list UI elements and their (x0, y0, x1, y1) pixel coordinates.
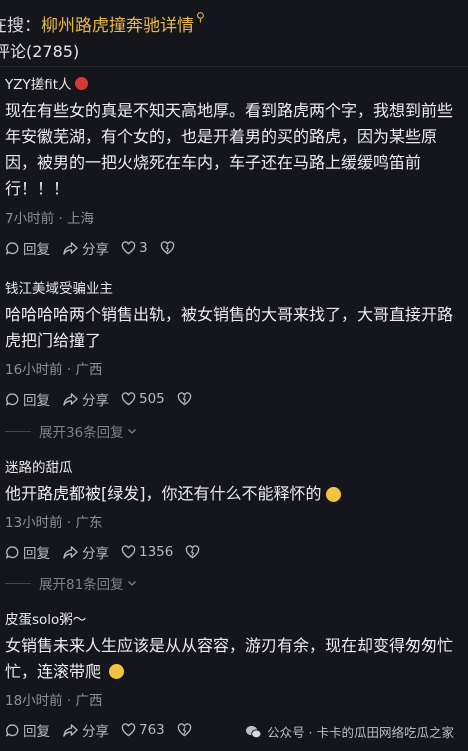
expand-replies-button[interactable]: 展开36条回复 (5, 421, 138, 441)
like-button[interactable]: 3 (121, 240, 148, 256)
reply-button[interactable]: 回复 (5, 542, 50, 562)
sad-face-emoji-icon (325, 486, 341, 502)
chevron-down-icon (127, 429, 136, 434)
comment-meta: 7小时前 · 上海 (5, 211, 94, 227)
comment-text[interactable]: 女销售未来人生应该是从从容容，游刃有余，现在却变得匆匆忙忙，连滚带爬 (5, 633, 461, 685)
comment-count: 评论(2785) (0, 42, 80, 61)
broken-heart-icon (160, 241, 174, 255)
username[interactable]: YZY搓fit人 (5, 73, 88, 93)
share-button[interactable]: 分享 (62, 542, 109, 562)
share-icon (63, 723, 78, 737)
reply-button[interactable]: 回复 (5, 238, 50, 258)
chevron-down-icon (127, 581, 136, 586)
username[interactable]: 迷路的甜瓜 (5, 456, 73, 476)
heart-icon (121, 723, 136, 737)
reply-button[interactable]: 回复 (5, 389, 50, 409)
search-prefix: 在搜： (0, 15, 41, 36)
comment-actions: 回复 分享 505 (5, 389, 207, 409)
search-query-link[interactable]: 柳州路虎撞奔驰详情 (41, 11, 194, 36)
dislike-button[interactable] (177, 392, 195, 406)
comment-text[interactable]: 哈哈哈哈两个销售出轨，被女销售的大哥来找了，大哥直接开路虎把门给撞了 (5, 302, 461, 354)
comment-meta: 18小时前 · 广西 (5, 693, 103, 709)
comment-text[interactable]: 现在有些女的真是不知天高地厚。看到路虎两个字，我想到前些年安徽芜湖，有个女的，也… (5, 98, 461, 202)
share-button[interactable]: 分享 (62, 389, 109, 409)
comment-actions: 回复 分享 763 (5, 720, 207, 740)
heart-icon (121, 241, 136, 255)
watermark: 公众号 · 卡卡的瓜田网络吃瓜之家 (245, 722, 454, 741)
dislike-button[interactable] (185, 545, 203, 559)
share-icon (63, 241, 78, 255)
divider (5, 430, 31, 432)
reply-button[interactable]: 回复 (5, 720, 50, 740)
comment-actions: 回复 分享 1356 (5, 542, 215, 562)
divider (0, 66, 468, 67)
reply-icon (5, 545, 19, 559)
broken-heart-icon (186, 545, 200, 559)
reply-icon (5, 241, 19, 255)
comment-text[interactable]: 他开路虎都被[绿发]，你还有什么不能释怀的 (5, 481, 461, 507)
dislike-button[interactable] (160, 241, 178, 255)
broken-heart-icon (177, 392, 192, 406)
share-icon (63, 545, 78, 559)
comment-meta: 16小时前 · 广西 (5, 362, 103, 378)
apple-emoji-icon (74, 76, 88, 90)
heart-icon (121, 545, 136, 559)
like-button[interactable]: 505 (121, 391, 165, 407)
laughing-emoji-icon (109, 664, 125, 679)
heart-icon (121, 392, 136, 406)
wechat-icon (246, 725, 262, 738)
comment-meta: 13小时前 · 广东 (5, 515, 103, 531)
like-button[interactable]: 1356 (121, 544, 173, 560)
share-button[interactable]: 分享 (62, 238, 109, 258)
share-icon (63, 392, 78, 406)
dislike-button[interactable] (177, 723, 195, 737)
search-icon[interactable]: ⚲ (196, 10, 205, 24)
search-header[interactable]: 在搜： 柳州路虎撞奔驰详情 ⚲ (0, 9, 205, 37)
reply-icon (5, 392, 19, 406)
username[interactable]: 钱江美域受骗业主 (5, 277, 113, 297)
comment-actions: 回复 分享 3 (5, 238, 190, 258)
share-button[interactable]: 分享 (62, 720, 109, 740)
expand-replies-button[interactable]: 展开81条回复 (5, 573, 138, 593)
divider (5, 582, 31, 584)
username[interactable]: 皮蛋solo粥～ (5, 608, 86, 628)
broken-heart-icon (177, 723, 192, 737)
like-button[interactable]: 763 (121, 722, 165, 738)
reply-icon (5, 723, 19, 737)
